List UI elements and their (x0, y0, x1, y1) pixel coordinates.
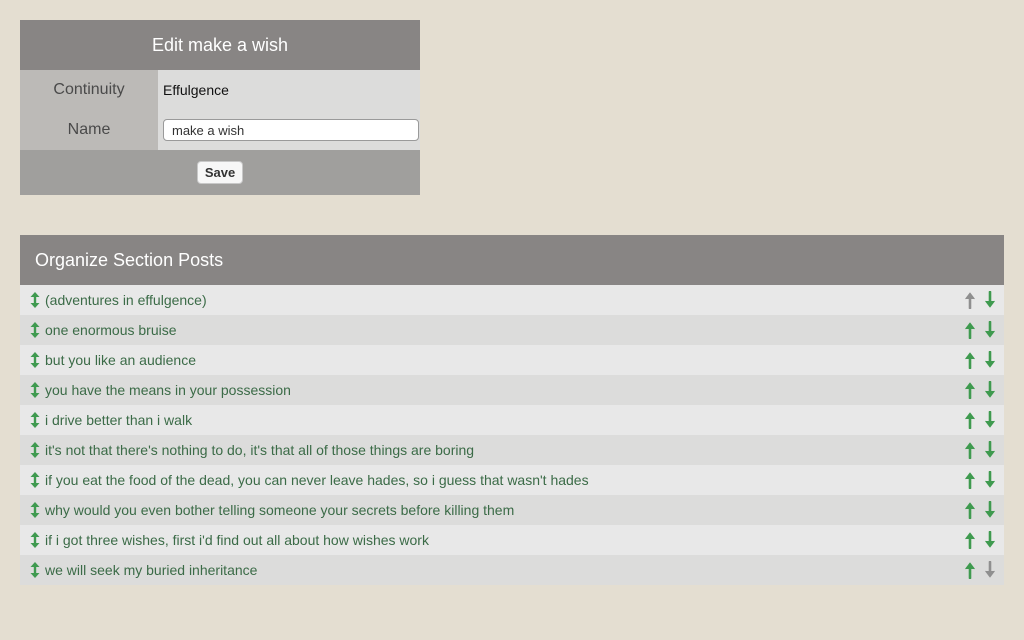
post-title-link[interactable]: one enormous bruise (45, 322, 177, 338)
post-row: why would you even bother telling someon… (20, 495, 1004, 525)
post-title-link[interactable]: you have the means in your possession (45, 382, 291, 398)
move-controls (962, 375, 998, 405)
move-controls (962, 525, 998, 555)
drag-handle-icon[interactable] (27, 351, 43, 369)
post-title-link[interactable]: we will seek my buried inheritance (45, 562, 257, 578)
move-controls (962, 345, 998, 375)
post-list: (adventures in effulgence) one enormous b… (20, 285, 1004, 585)
drag-handle-icon[interactable] (27, 321, 43, 339)
drag-handle-icon[interactable] (27, 561, 43, 579)
continuity-row: Continuity Effulgence (20, 70, 420, 110)
continuity-label: Continuity (20, 70, 158, 110)
post-row: you have the means in your possession (20, 375, 1004, 405)
post-title-link[interactable]: if you eat the food of the dead, you can… (45, 472, 589, 488)
move-controls (962, 435, 998, 465)
arrow-down-icon[interactable] (982, 531, 998, 549)
move-controls (962, 285, 998, 315)
arrow-down-icon[interactable] (982, 381, 998, 399)
drag-handle-icon[interactable] (27, 411, 43, 429)
drag-handle-icon[interactable] (27, 291, 43, 309)
move-controls (962, 495, 998, 525)
post-title-link[interactable]: why would you even bother telling someon… (45, 502, 514, 518)
drag-handle-icon[interactable] (27, 531, 43, 549)
drag-handle-icon[interactable] (27, 501, 43, 519)
arrow-up-icon[interactable] (962, 531, 978, 549)
arrow-up-icon (962, 291, 978, 309)
arrow-up-icon[interactable] (962, 411, 978, 429)
arrow-up-icon[interactable] (962, 561, 978, 579)
drag-handle-icon[interactable] (27, 441, 43, 459)
post-row: we will seek my buried inheritance (20, 555, 1004, 585)
arrow-down-icon (982, 561, 998, 579)
arrow-down-icon[interactable] (982, 411, 998, 429)
post-title-link[interactable]: if i got three wishes, first i'd find ou… (45, 532, 429, 548)
post-row: if you eat the food of the dead, you can… (20, 465, 1004, 495)
name-row: Name (20, 110, 420, 150)
save-button[interactable]: Save (196, 161, 244, 184)
arrow-up-icon[interactable] (962, 441, 978, 459)
move-controls (962, 555, 998, 585)
arrow-up-icon[interactable] (962, 351, 978, 369)
post-title-link[interactable]: (adventures in effulgence) (45, 292, 207, 308)
name-input[interactable] (163, 119, 419, 141)
arrow-down-icon[interactable] (982, 351, 998, 369)
arrow-up-icon[interactable] (962, 471, 978, 489)
arrow-down-icon[interactable] (982, 321, 998, 339)
drag-handle-icon[interactable] (27, 381, 43, 399)
post-row: one enormous bruise (20, 315, 1004, 345)
arrow-down-icon[interactable] (982, 471, 998, 489)
save-row: Save (20, 150, 420, 195)
arrow-up-icon[interactable] (962, 321, 978, 339)
post-title-link[interactable]: i drive better than i walk (45, 412, 192, 428)
name-field-cell (158, 110, 420, 150)
post-row: it's not that there's nothing to do, it'… (20, 435, 1004, 465)
organize-posts-title: Organize Section Posts (20, 235, 1004, 285)
post-row: if i got three wishes, first i'd find ou… (20, 525, 1004, 555)
post-row: (adventures in effulgence) (20, 285, 1004, 315)
arrow-up-icon[interactable] (962, 501, 978, 519)
post-row: but you like an audience (20, 345, 1004, 375)
organize-posts-panel: Organize Section Posts (adventures in ef… (20, 235, 1004, 585)
post-title-link[interactable]: it's not that there's nothing to do, it'… (45, 442, 474, 458)
edit-section-title: Edit make a wish (20, 20, 420, 70)
drag-handle-icon[interactable] (27, 471, 43, 489)
post-title-link[interactable]: but you like an audience (45, 352, 196, 368)
move-controls (962, 405, 998, 435)
arrow-up-icon[interactable] (962, 381, 978, 399)
continuity-value: Effulgence (158, 70, 420, 110)
arrow-down-icon[interactable] (982, 291, 998, 309)
post-row: i drive better than i walk (20, 405, 1004, 435)
edit-section-panel: Edit make a wish Continuity Effulgence N… (20, 20, 420, 195)
move-controls (962, 315, 998, 345)
name-label: Name (20, 110, 158, 150)
arrow-down-icon[interactable] (982, 441, 998, 459)
move-controls (962, 465, 998, 495)
arrow-down-icon[interactable] (982, 501, 998, 519)
